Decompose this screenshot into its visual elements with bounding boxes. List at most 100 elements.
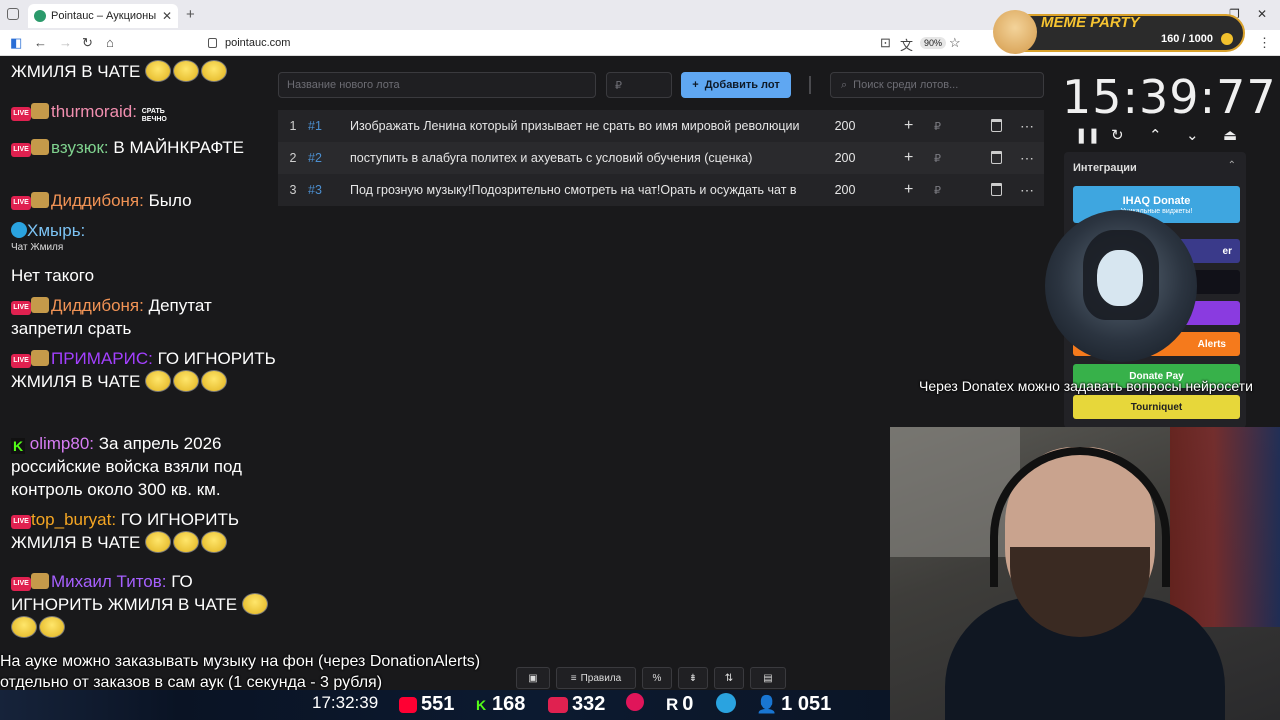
delete-lot-icon[interactable] — [991, 151, 1002, 164]
more-options-icon[interactable]: ⋯ — [1020, 182, 1035, 199]
lot-search-input[interactable]: ⌕ Поиск среди лотов... — [830, 72, 1044, 98]
youtube-count: 551 — [421, 693, 455, 715]
favicon-icon — [34, 10, 46, 22]
emote-icon — [145, 60, 172, 82]
lot-name[interactable]: поступить в алабуга политех и ахуевать с… — [350, 151, 820, 165]
lot-id: #2 — [308, 151, 322, 165]
stream-clock: 17:32:39 — [312, 693, 378, 713]
total-viewers-count: 1 051 — [781, 693, 832, 715]
amount-currency[interactable]: ₽ — [934, 184, 941, 197]
rules-label: Правила — [580, 672, 622, 684]
user-badge-icon — [31, 297, 49, 313]
add-amount-icon[interactable]: + — [904, 149, 913, 167]
emote-icon — [39, 616, 65, 638]
lot-amount: 200 — [834, 183, 856, 197]
address-bar[interactable]: pointauc.com — [198, 33, 968, 53]
percent-icon[interactable]: % — [642, 667, 672, 689]
chat-message: LIVE Диддибоня: Было — [11, 189, 276, 212]
emote-icon — [145, 531, 172, 553]
total-viewers: 👤 1 051 — [756, 693, 831, 716]
amount-currency[interactable]: ₽ — [934, 152, 941, 165]
browser-tab[interactable]: Pointauc – Аукционы, лотереи ✕ — [28, 4, 178, 28]
close-window-icon[interactable]: ✕ — [1257, 7, 1267, 21]
screen: Pointauc – Аукционы, лотереи ✕ + ⌄ — ❐ ✕… — [0, 0, 1280, 720]
chat-text: ЖМИЛЯ В ЧАТЕ — [11, 62, 141, 81]
lot-name[interactable]: Под грозную музыку!Подозрительно смотрет… — [350, 183, 820, 197]
timer-down-icon[interactable]: ⌄ — [1186, 126, 1199, 144]
toolbar-divider — [809, 76, 811, 94]
favorite-star-icon[interactable]: ☆ — [949, 35, 961, 51]
home-icon[interactable]: ⌂ — [106, 35, 114, 50]
add-amount-icon[interactable]: + — [904, 181, 913, 199]
lot-id: #3 — [308, 183, 322, 197]
lot-list: 1 #1 Изображать Ленина который призывает… — [278, 110, 1044, 206]
lot-index: 3 — [289, 183, 297, 197]
avatar-overlay — [1045, 210, 1197, 362]
timer-up-icon[interactable]: ⌃ — [1149, 126, 1162, 144]
live-badge-icon: LIVE — [11, 196, 31, 210]
site-info-icon[interactable] — [208, 38, 217, 48]
chat-username: Диддибоня: — [51, 296, 144, 315]
search-placeholder: Поиск среди лотов... — [853, 79, 959, 91]
chat-username: top_buryat: — [31, 510, 117, 529]
close-tab-icon[interactable]: ✕ — [162, 9, 172, 23]
add-lot-button[interactable]: + Добавить лот — [681, 72, 791, 98]
user-badge-icon — [31, 350, 49, 366]
more-options-icon[interactable]: ⋯ — [1020, 150, 1035, 167]
lot-name[interactable]: Изображать Ленина который призывает не с… — [350, 119, 820, 133]
menu-icon[interactable]: ⋮ — [1258, 35, 1271, 51]
vk-live-count: 332 — [572, 693, 606, 715]
zoom-level[interactable]: 90% — [920, 37, 947, 49]
delete-lot-icon[interactable] — [991, 183, 1002, 196]
integration-tourniquet[interactable]: Tourniquet — [1073, 395, 1240, 419]
emote-icon — [173, 60, 200, 82]
save-icon[interactable]: ▣ — [516, 667, 550, 689]
emote-icon — [201, 370, 228, 392]
delete-lot-icon[interactable] — [991, 119, 1002, 132]
live-badge-icon: LIVE — [11, 107, 31, 121]
lot-amount: 200 — [834, 119, 856, 133]
auction-timer: 15:39:77 — [1062, 70, 1277, 124]
user-badge-icon — [31, 103, 49, 119]
download-icon[interactable]: ⊡ — [880, 35, 891, 51]
youtube-icon — [399, 696, 417, 713]
pause-icon[interactable]: ❚❚ — [1075, 126, 1100, 144]
tab-title: Pointauc – Аукционы, лотереи — [51, 10, 157, 22]
chat-message: K olimp80: За апрель 2026 российские вой… — [11, 432, 276, 501]
amount-currency[interactable]: ₽ — [934, 120, 941, 133]
collapse-chevron-icon[interactable]: ⌃ — [1228, 160, 1236, 171]
live-badge-icon: LIVE — [11, 301, 31, 315]
sidebar-toggle-icon[interactable] — [7, 8, 19, 20]
lot-id: #1 — [308, 119, 322, 133]
lot-row: 3 #3 Под грозную музыку!Подозрительно см… — [278, 174, 1044, 206]
translate-icon[interactable]: 文 — [900, 35, 913, 54]
add-amount-icon[interactable]: + — [904, 117, 913, 135]
lot-name-input[interactable]: Название нового лота — [278, 72, 596, 98]
new-tab-icon[interactable]: + — [186, 6, 195, 23]
rules-button[interactable]: ≡ Правила — [556, 667, 636, 689]
split-icon[interactable]: ⇟ — [678, 667, 708, 689]
live-badge-icon: LIVE — [11, 515, 31, 529]
reload-icon[interactable]: ↻ — [82, 35, 93, 51]
chat-message: LIVE top_buryat: ГО ИГНОРИТЬ ЖМИЛЯ В ЧАТЕ — [11, 508, 276, 554]
workspaces-icon[interactable]: ◧ — [10, 35, 22, 51]
more-options-icon[interactable]: ⋯ — [1020, 118, 1035, 135]
sort-icon[interactable]: ⇅ — [714, 667, 744, 689]
rutube-icon — [626, 693, 644, 711]
clear-icon[interactable]: ▤ — [750, 667, 786, 689]
emote-icon — [173, 370, 200, 392]
forward-icon[interactable]: → — [59, 35, 72, 50]
search-icon: ⌕ — [841, 78, 848, 91]
add-lot-label: Добавить лот — [704, 79, 780, 91]
user-badge-icon — [31, 192, 49, 208]
chat-text: Было — [148, 191, 192, 210]
lot-amount-input[interactable]: ₽ — [606, 72, 672, 98]
chat-username: thurmoraid: — [51, 102, 137, 121]
back-icon[interactable]: ← — [34, 35, 47, 50]
chat-message: LIVE ПРИМАРИС: ГО ИГНОРИТЬ ЖМИЛЯ В ЧАТЕ — [11, 347, 276, 393]
chat-username: взузюк: — [51, 138, 109, 157]
person-icon: 👤 — [756, 694, 778, 714]
rumble-viewers: R 0 — [666, 693, 693, 716]
timer-max-icon[interactable]: ⏏ — [1223, 126, 1237, 144]
reset-timer-icon[interactable]: ↻ — [1111, 126, 1124, 144]
